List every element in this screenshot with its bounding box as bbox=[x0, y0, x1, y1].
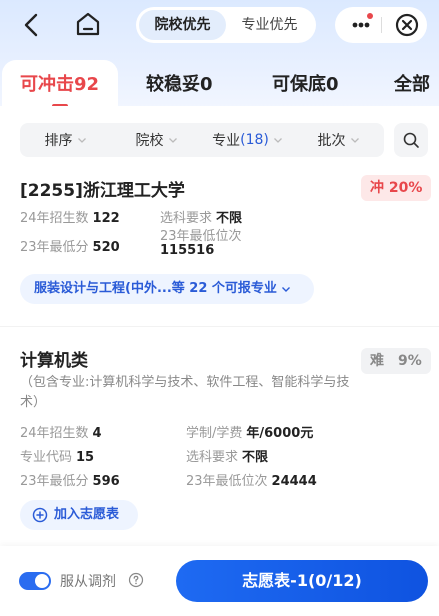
tab-safe[interactable]: 可保底0 bbox=[272, 70, 339, 96]
reach-probability-badge: 冲 20% bbox=[361, 175, 432, 201]
school-subject: 选科要求 不限 bbox=[160, 207, 242, 226]
major-minrank-label: 23年最低位次 bbox=[186, 474, 268, 489]
school-minscore-value: 520 bbox=[92, 240, 120, 255]
school-subject-value: 不限 bbox=[216, 211, 243, 226]
filter-batch[interactable]: 批次 bbox=[293, 130, 384, 150]
filter-major-count: (18) bbox=[240, 132, 269, 148]
school-enroll-label: 24年招生数 bbox=[20, 211, 89, 226]
major-subject: 选科要求 不限 bbox=[186, 446, 268, 465]
home-icon[interactable] bbox=[74, 10, 102, 38]
school-minscore: 23年最低分 520 bbox=[20, 236, 120, 255]
filter-sort[interactable]: 排序 bbox=[20, 130, 111, 150]
major-code-label: 专业代码 bbox=[20, 450, 73, 465]
chevron-down-icon bbox=[168, 138, 177, 143]
major-fee-value: 年/6000元 bbox=[246, 426, 314, 441]
plus-circle-icon bbox=[32, 507, 48, 523]
school-minrank-value: 115516 bbox=[160, 243, 215, 258]
major-enroll-value: 4 bbox=[92, 426, 102, 441]
tab-all[interactable]: 全部 bbox=[394, 70, 430, 96]
major-minscore-value: 596 bbox=[92, 474, 120, 489]
adjustment-toggle-label: 服从调剂 bbox=[60, 574, 116, 590]
card-divider bbox=[0, 326, 439, 327]
close-circle-icon[interactable] bbox=[389, 7, 425, 43]
major-included-list: （包含专业:计算机科学与技术、软件工程、智能科学与技术） bbox=[20, 375, 350, 410]
application-list-button[interactable]: 志愿表-1(0/12) bbox=[176, 560, 428, 602]
school-minrank: 23年最低位次 115516 bbox=[160, 230, 242, 257]
filter-major-label: 专业 bbox=[212, 133, 241, 149]
major-code-value: 15 bbox=[76, 450, 95, 465]
filter-batch-label: 批次 bbox=[317, 133, 346, 149]
question-circle-icon[interactable] bbox=[128, 572, 144, 588]
tab-reach[interactable]: 可冲击92 bbox=[20, 70, 99, 96]
school-name[interactable]: [2255]浙江理工大学 bbox=[20, 176, 185, 201]
chevron-down-icon bbox=[350, 138, 359, 143]
filter-sort-label: 排序 bbox=[44, 133, 73, 149]
major-minscore-label: 23年最低分 bbox=[20, 474, 89, 489]
school-subject-label: 选科要求 bbox=[160, 211, 213, 226]
chevron-down-icon bbox=[281, 286, 290, 292]
adjustment-toggle[interactable] bbox=[19, 572, 51, 590]
search-button[interactable] bbox=[394, 123, 428, 157]
chevron-down-icon bbox=[273, 138, 282, 143]
major-enroll-label: 24年招生数 bbox=[20, 426, 89, 441]
category-tabs: 可冲击92 较稳妥0 可保底0 全部 bbox=[0, 56, 439, 112]
filter-school-label: 院校 bbox=[135, 133, 164, 149]
add-to-list-button[interactable]: 加入志愿表 bbox=[20, 500, 138, 530]
major-fee-label: 学制/学费 bbox=[186, 426, 243, 441]
school-minrank-label: 23年最低位次 bbox=[160, 229, 242, 244]
add-to-list-label: 加入志愿表 bbox=[54, 507, 120, 522]
segment-major-first[interactable]: 专业优先 bbox=[226, 10, 313, 40]
available-majors-label: 服装设计与工程(中外...等 22 个可报专业 bbox=[34, 281, 277, 296]
major-minrank-value: 24444 bbox=[271, 474, 317, 489]
filter-school[interactable]: 院校 bbox=[111, 130, 202, 150]
available-majors-button[interactable]: 服装设计与工程(中外...等 22 个可报专业 bbox=[20, 274, 314, 304]
major-code: 专业代码 15 bbox=[20, 446, 94, 465]
tab-stable[interactable]: 较稳妥0 bbox=[146, 70, 213, 96]
bottom-bar: 服从调剂 志愿表-1(0/12) bbox=[0, 546, 439, 616]
filter-major[interactable]: 专业 (18) bbox=[202, 130, 293, 150]
major-enroll: 24年招生数 4 bbox=[20, 422, 102, 441]
major-fee: 学制/学费 年/6000元 bbox=[186, 422, 313, 441]
difficulty-badge: 难 9% bbox=[361, 348, 431, 374]
major-subject-value: 不限 bbox=[242, 450, 269, 465]
miniapp-capsule bbox=[335, 7, 427, 43]
major-subject-label: 选科要求 bbox=[186, 450, 239, 465]
chevron-down-icon bbox=[77, 138, 86, 143]
more-dots-icon[interactable] bbox=[343, 7, 379, 43]
filter-bar: 排序 院校 专业 (18) 批次 bbox=[20, 123, 384, 157]
back-arrow-icon[interactable] bbox=[20, 12, 44, 38]
search-icon bbox=[403, 132, 419, 148]
school-enroll: 24年招生数 122 bbox=[20, 207, 120, 226]
major-name[interactable]: 计算机类 bbox=[20, 346, 88, 371]
school-minscore-label: 23年最低分 bbox=[20, 240, 89, 255]
major-minscore: 23年最低分 596 bbox=[20, 470, 120, 489]
segment-school-first[interactable]: 院校优先 bbox=[139, 10, 226, 40]
toggle-knob bbox=[35, 574, 49, 588]
nav-bar: 院校优先 专业优先 bbox=[0, 0, 439, 50]
major-minrank: 23年最低位次 24444 bbox=[186, 470, 317, 489]
capsule-divider bbox=[381, 17, 382, 33]
school-enroll-value: 122 bbox=[92, 211, 120, 226]
priority-segmented-control: 院校优先 专业优先 bbox=[136, 7, 316, 43]
